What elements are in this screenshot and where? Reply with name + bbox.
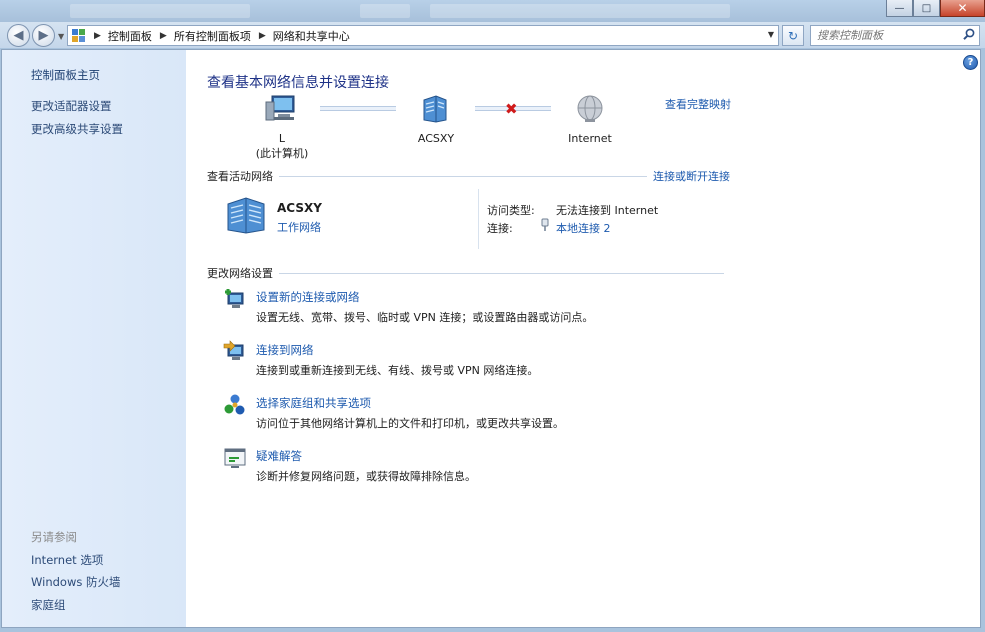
active-networks-header: 查看活动网络 连接或断开连接 bbox=[207, 168, 730, 184]
computer-name: L bbox=[278, 132, 286, 145]
access-type-label: 访问类型: bbox=[487, 204, 535, 217]
computer-node-label: L (此计算机) bbox=[252, 131, 312, 161]
internet-node-label: Internet bbox=[568, 132, 612, 145]
active-networks-heading: 查看活动网络 bbox=[207, 170, 273, 183]
section-divider bbox=[279, 175, 647, 177]
breadcrumb-separator-icon[interactable]: ▶ bbox=[94, 31, 101, 41]
close-button[interactable]: ✕ bbox=[940, 0, 985, 17]
homegroup-sharing-link[interactable]: 选择家庭组和共享选项 bbox=[256, 395, 371, 411]
sidebar-item-adapter-settings[interactable]: 更改适配器设置 bbox=[31, 98, 112, 114]
window-border bbox=[981, 48, 985, 632]
sidebar-item-advanced-sharing[interactable]: 更改高级共享设置 bbox=[31, 121, 123, 137]
connect-disconnect-link[interactable]: 连接或断开连接 bbox=[653, 168, 730, 184]
disconnected-x-icon: ✖ bbox=[505, 100, 518, 118]
network-node-label: ACSXY bbox=[417, 132, 455, 145]
content-area: 控制面板主页 更改适配器设置 更改高级共享设置 另请参阅 Internet 选项… bbox=[1, 49, 981, 628]
internet-globe-icon[interactable] bbox=[575, 94, 605, 124]
vertical-divider bbox=[478, 189, 479, 249]
navigation-bar: ◀ ▶ ▼ ▶ 控制面板 ▶ 所有控制面板项 ▶ 网络和共享中心 ▼ ↻ bbox=[0, 22, 985, 48]
breadcrumb-all-items[interactable]: 所有控制面板项 bbox=[174, 28, 251, 44]
main-panel: 查看基本网络信息并设置连接 查看完整映射 L (此计算机) ACSXY ✖ In… bbox=[186, 50, 966, 627]
troubleshoot-icon[interactable] bbox=[223, 446, 247, 470]
sidebar-item-internet-options[interactable]: Internet 选项 bbox=[31, 552, 103, 568]
setup-new-connection-link[interactable]: 设置新的连接或网络 bbox=[256, 289, 360, 305]
window-border bbox=[0, 628, 985, 632]
search-input[interactable] bbox=[817, 26, 967, 45]
address-bar[interactable]: ▶ 控制面板 ▶ 所有控制面板项 ▶ 网络和共享中心 ▼ bbox=[67, 25, 779, 46]
connect-network-icon[interactable] bbox=[223, 340, 247, 364]
refresh-icon: ↻ bbox=[787, 28, 799, 43]
view-full-map-link[interactable]: 查看完整映射 bbox=[665, 96, 731, 112]
window-controls: — □ ✕ bbox=[886, 0, 985, 17]
refresh-button[interactable]: ↻ bbox=[782, 25, 804, 46]
breadcrumb-network-center[interactable]: 网络和共享中心 bbox=[273, 28, 350, 44]
title-bar: — □ ✕ bbox=[0, 0, 985, 22]
local-connection-link[interactable]: 本地连接 2 bbox=[556, 220, 611, 236]
access-type-value: 无法连接到 Internet bbox=[556, 204, 659, 217]
computer-subtitle: (此计算机) bbox=[255, 147, 309, 160]
troubleshoot-link[interactable]: 疑难解答 bbox=[256, 448, 302, 464]
maximize-button[interactable]: □ bbox=[913, 0, 940, 17]
breadcrumb-separator-icon[interactable]: ▶ bbox=[160, 31, 167, 41]
task-description: 访问位于其他网络计算机上的文件和打印机，或更改共享设置。 bbox=[256, 417, 564, 430]
task-description: 设置无线、宽带、拨号、临时或 VPN 连接；或设置路由器或访问点。 bbox=[256, 311, 594, 324]
blurred-toolbar bbox=[360, 4, 410, 18]
breadcrumb-control-panel[interactable]: 控制面板 bbox=[108, 28, 152, 44]
section-divider bbox=[279, 272, 724, 274]
back-button[interactable]: ◀ bbox=[7, 24, 30, 47]
sidebar-item-homegroup[interactable]: 家庭组 bbox=[31, 597, 66, 613]
active-network-icon[interactable] bbox=[224, 196, 268, 234]
network-type-link[interactable]: 工作网络 bbox=[277, 219, 321, 235]
task-description: 连接到或重新连接到无线、有线、拨号或 VPN 网络连接。 bbox=[256, 364, 539, 377]
control-panel-icon bbox=[72, 28, 86, 43]
computer-icon[interactable] bbox=[264, 94, 298, 124]
network-link-line bbox=[320, 106, 396, 111]
minimize-button[interactable]: — bbox=[886, 0, 913, 17]
forward-arrow-icon: ▶ bbox=[38, 28, 49, 43]
sidebar: 控制面板主页 更改适配器设置 更改高级共享设置 另请参阅 Internet 选项… bbox=[2, 50, 186, 627]
blurred-toolbar bbox=[430, 4, 730, 18]
breadcrumb-separator-icon[interactable]: ▶ bbox=[259, 31, 266, 41]
task-description: 诊断并修复网络问题，或获得故障排除信息。 bbox=[256, 470, 476, 483]
recent-pages-dropdown[interactable]: ▼ bbox=[58, 32, 64, 41]
back-arrow-icon: ◀ bbox=[13, 28, 24, 43]
homegroup-icon[interactable] bbox=[223, 393, 247, 417]
blurred-toolbar bbox=[70, 4, 250, 18]
ethernet-plug-icon bbox=[541, 218, 549, 231]
page-title: 查看基本网络信息并设置连接 bbox=[207, 75, 389, 91]
active-network-name: ACSXY bbox=[277, 201, 322, 215]
help-icon: ? bbox=[967, 57, 974, 68]
sidebar-home-link[interactable]: 控制面板主页 bbox=[31, 67, 100, 83]
new-connection-icon[interactable] bbox=[223, 287, 247, 311]
network-icon[interactable] bbox=[420, 94, 450, 124]
change-settings-heading: 更改网络设置 bbox=[207, 267, 273, 280]
search-box[interactable] bbox=[810, 25, 980, 46]
search-icon[interactable] bbox=[963, 28, 975, 40]
forward-button[interactable]: ▶ bbox=[32, 24, 55, 47]
sidebar-item-firewall[interactable]: Windows 防火墙 bbox=[31, 574, 121, 590]
address-dropdown-icon[interactable]: ▼ bbox=[768, 30, 774, 39]
connection-label: 连接: bbox=[487, 222, 513, 235]
change-settings-header: 更改网络设置 bbox=[207, 265, 730, 281]
see-also-heading: 另请参阅 bbox=[31, 530, 77, 544]
connect-to-network-link[interactable]: 连接到网络 bbox=[256, 342, 314, 358]
